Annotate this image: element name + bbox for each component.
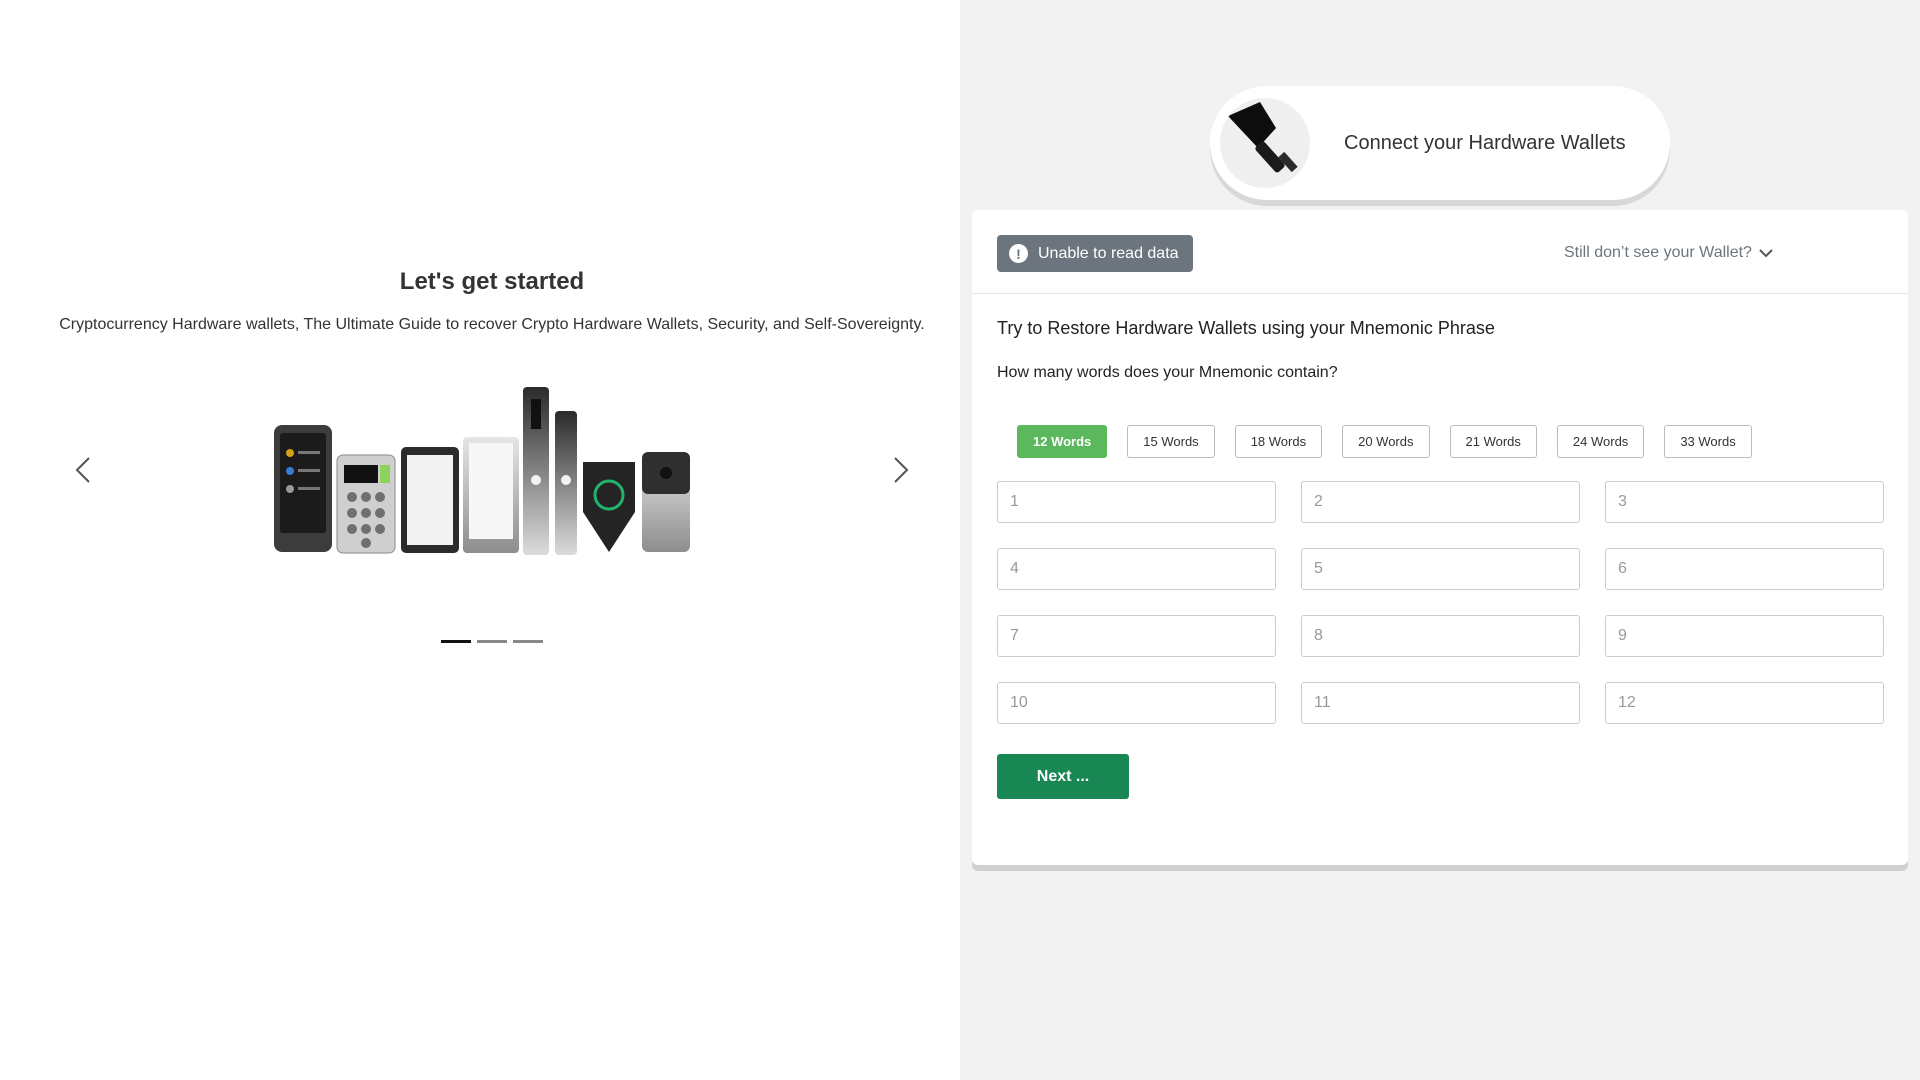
- connect-label: Connect your Hardware Wallets: [1344, 131, 1626, 154]
- carousel-next-button[interactable]: [880, 450, 920, 490]
- mnemonic-word-3-input[interactable]: [1605, 481, 1884, 523]
- mnemonic-word-6-input[interactable]: [1605, 548, 1884, 590]
- word-count-33-button[interactable]: 33 Words: [1664, 425, 1752, 458]
- mnemonic-word-2-input[interactable]: [1301, 481, 1580, 523]
- mnemonic-word-7-input[interactable]: [997, 615, 1276, 657]
- mnemonic-word-4-input[interactable]: [997, 548, 1276, 590]
- chevron-right-icon: [894, 457, 909, 483]
- mnemonic-word-12-input[interactable]: [1605, 682, 1884, 724]
- hardware-wallets-illustration: [274, 387, 690, 555]
- word-count-21-button[interactable]: 21 Words: [1449, 425, 1537, 458]
- mnemonic-word-10-input[interactable]: [997, 682, 1276, 724]
- still-dont-see-wallet-toggle[interactable]: Still don’t see your Wallet?: [1564, 244, 1774, 262]
- word-count-18-button[interactable]: 18 Words: [1234, 425, 1323, 458]
- alert-icon: !: [1009, 244, 1028, 263]
- connect-hardware-wallets-banner: Connect your Hardware Wallets: [1210, 86, 1670, 200]
- mnemonic-word-8-input[interactable]: [1301, 615, 1580, 657]
- restore-card: ! Unable to read data Still don’t see yo…: [972, 210, 1908, 865]
- words-question: How many words does your Mnemonic contai…: [997, 364, 1338, 381]
- mnemonic-word-9-input[interactable]: [1605, 615, 1884, 657]
- word-count-12-button[interactable]: 12 Words: [1017, 425, 1108, 458]
- mnemonic-word-5-input[interactable]: [1301, 548, 1580, 590]
- usb-connector-icon: [1220, 98, 1310, 188]
- hero-subtitle: Cryptocurrency Hardware wallets, The Ult…: [59, 316, 925, 333]
- carousel-indicator-3[interactable]: [513, 640, 543, 643]
- carousel-indicators: [441, 640, 543, 643]
- error-badge: ! Unable to read data: [997, 235, 1193, 272]
- restore-title: Try to Restore Hardware Wallets using yo…: [997, 318, 1495, 338]
- word-count-15-button[interactable]: 15 Words: [1127, 425, 1215, 458]
- carousel-indicator-1[interactable]: [441, 640, 471, 643]
- chevron-down-icon: [1759, 249, 1773, 258]
- hero-title: Let's get started: [399, 268, 585, 295]
- mnemonic-word-11-input[interactable]: [1301, 682, 1580, 724]
- card-header: ! Unable to read data Still don’t see yo…: [972, 210, 1908, 294]
- mnemonic-word-grid: [997, 481, 1884, 724]
- error-text: Unable to read data: [1038, 244, 1179, 262]
- carousel-prev-button[interactable]: [64, 450, 104, 490]
- wallet-toggle-label: Still don’t see your Wallet?: [1564, 244, 1752, 261]
- word-count-20-button[interactable]: 20 Words: [1342, 425, 1430, 458]
- word-count-options: 12 Words 15 Words 18 Words 20 Words 21 W…: [1017, 425, 1752, 458]
- mnemonic-word-1-input[interactable]: [997, 481, 1276, 523]
- left-panel: Let's get started Cryptocurrency Hardwar…: [0, 0, 960, 1080]
- next-button[interactable]: Next ...: [997, 754, 1129, 799]
- carousel-indicator-2[interactable]: [477, 640, 507, 643]
- chevron-left-icon: [75, 457, 90, 483]
- word-count-24-button[interactable]: 24 Words: [1556, 425, 1645, 458]
